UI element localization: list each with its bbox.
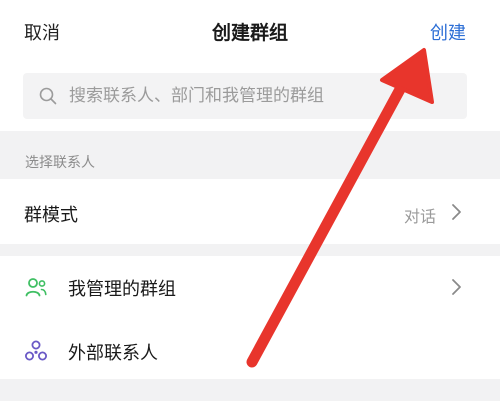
search-input[interactable] [69, 73, 449, 119]
create-group-screen: 取消 创建群组 创建 选择联系人 群模式 对话 我管理的群组 [0, 0, 500, 401]
group-mode-row[interactable]: 群模式 对话 [0, 179, 500, 244]
section-label: 选择联系人 [25, 155, 95, 171]
list-item-managed-groups[interactable]: 我管理的群组 [0, 256, 500, 318]
triangle-nodes-icon [25, 340, 47, 361]
create-button[interactable]: 创建 [430, 19, 466, 45]
group-mode-value: 对话 [403, 207, 436, 226]
header-bar: 取消 创建群组 创建 [0, 0, 500, 66]
chevron-right-icon [452, 279, 461, 295]
people-group-icon [25, 278, 47, 297]
search-icon [39, 87, 57, 105]
chevron-right-icon [452, 204, 461, 220]
group-mode-label: 群模式 [24, 205, 78, 226]
section-divider [0, 244, 500, 256]
page-title: 创建群组 [211, 22, 288, 44]
section-divider [0, 379, 500, 401]
search-bar[interactable] [23, 73, 467, 119]
list-item-external-contacts[interactable]: 外部联系人 [0, 320, 500, 382]
external-contacts-label: 外部联系人 [68, 343, 158, 364]
managed-groups-label: 我管理的群组 [68, 279, 176, 300]
